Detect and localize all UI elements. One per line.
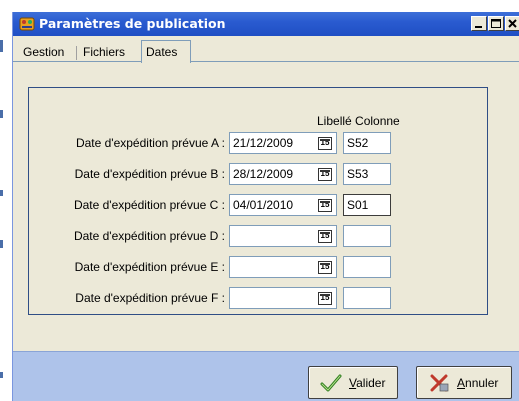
strip-mark: [0, 110, 3, 118]
close-icon: [508, 19, 517, 28]
checkmark-icon: [320, 374, 342, 392]
tab-bar: Gestion Fichiers Dates: [13, 36, 519, 63]
cancel-label-rest: nnuler: [465, 376, 499, 390]
strip-mark: [0, 190, 3, 196]
maximize-icon: [491, 19, 501, 28]
shipping-date-e-field[interactable]: 15: [229, 256, 337, 278]
minimize-icon: [475, 26, 482, 28]
shipping-date-d-field[interactable]: 15: [229, 225, 337, 247]
window-title: Paramètres de publication: [39, 16, 226, 31]
column-label-f-field[interactable]: [343, 287, 391, 309]
shipping-date-a-value: 21/12/2009: [233, 136, 294, 150]
shipping-date-c-field[interactable]: 04/01/2010 15: [229, 194, 337, 216]
shipping-date-b-value: 28/12/2009: [233, 167, 294, 181]
calendar-icon[interactable]: 15: [318, 230, 332, 243]
column-label-b-value: S53: [347, 167, 369, 181]
shipping-date-d-label: Date d'expédition prévue D :: [73, 229, 225, 243]
calendar-icon[interactable]: 15: [318, 168, 332, 181]
minimize-button[interactable]: [471, 16, 487, 31]
title-bar[interactable]: Paramètres de publication: [13, 12, 519, 36]
shipping-date-c-label: Date d'expédition prévue C :: [73, 198, 225, 212]
validate-label-rest: alider: [356, 376, 386, 390]
tab-divider: [76, 46, 77, 60]
cancel-icon: [430, 374, 449, 392]
column-label-c-value: S01: [347, 198, 369, 212]
shipping-date-f-label: Date d'expédition prévue F :: [75, 291, 225, 305]
shipping-date-c-value: 04/01/2010: [233, 198, 294, 212]
shipping-date-f-field[interactable]: 15: [229, 287, 337, 309]
strip-mark: [0, 372, 3, 378]
shipping-date-e-label: Date d'expédition prévue E :: [74, 260, 225, 274]
calendar-icon[interactable]: 15: [318, 292, 332, 305]
calendar-icon[interactable]: 15: [318, 261, 332, 274]
column-label-e-field[interactable]: [343, 256, 391, 278]
shipping-date-b-label: Date d'expédition prévue B :: [74, 167, 225, 181]
calendar-icon[interactable]: 15: [318, 199, 332, 212]
shipping-date-b-field[interactable]: 28/12/2009 15: [229, 163, 337, 185]
tab-underline: [13, 61, 519, 62]
column-label-c-field[interactable]: S01: [343, 194, 391, 216]
column-label-a-field[interactable]: S52: [343, 132, 391, 154]
strip-mark: [0, 40, 3, 52]
app-icon: [19, 17, 35, 31]
calendar-icon[interactable]: 15: [318, 137, 332, 150]
column-label-a-value: S52: [347, 136, 369, 150]
tab-dates[interactable]: Dates: [141, 40, 191, 63]
validate-button[interactable]: Valider: [308, 366, 398, 399]
background-window-strip: [0, 0, 12, 401]
shipping-date-a-label: Date d'expédition prévue A :: [75, 136, 225, 150]
validate-label: Valider: [349, 376, 385, 390]
tab-fichiers[interactable]: Fichiers: [79, 43, 129, 62]
tab-gestion[interactable]: Gestion: [19, 43, 68, 62]
column-label-header: Libellé Colonne: [317, 114, 400, 128]
maximize-button[interactable]: [488, 16, 504, 31]
cancel-label: Annuler: [457, 376, 498, 390]
column-label-d-field[interactable]: [343, 225, 391, 247]
column-label-b-field[interactable]: S53: [343, 163, 391, 185]
cancel-button[interactable]: Annuler: [416, 366, 512, 399]
strip-mark: [0, 240, 3, 248]
shipping-date-a-field[interactable]: 21/12/2009 15: [229, 132, 337, 154]
publication-settings-dialog: Paramètres de publication Gestion Fichie…: [12, 12, 519, 401]
close-button[interactable]: [505, 16, 519, 31]
dialog-footer: Valider Annuler: [13, 351, 519, 401]
cancel-mnemonic: A: [457, 376, 466, 390]
